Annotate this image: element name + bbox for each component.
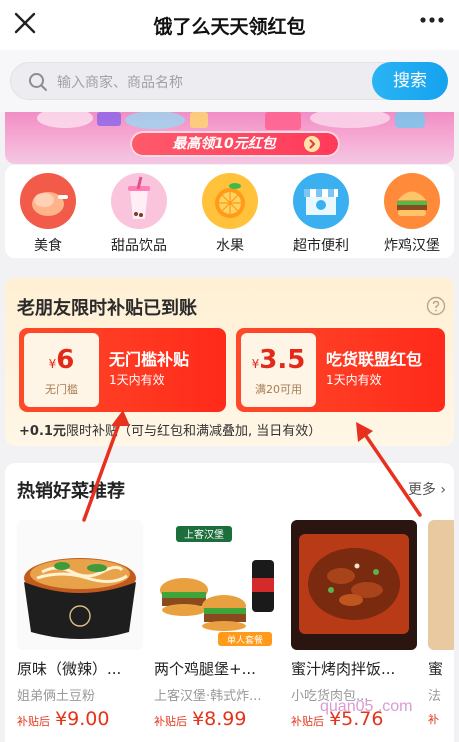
category-desserts-drinks[interactable]: 甜品饮品 — [96, 173, 182, 254]
dish-name: 两个鸡腿堡+... — [154, 660, 256, 678]
search-placeholder: 输入商家、商品名称 — [57, 75, 183, 91]
dish-price: 补 — [428, 713, 439, 726]
coupon-name: 吃货联盟红包 — [326, 350, 423, 369]
shop-name: 法 — [428, 689, 442, 704]
category-label: 炸鸡汉堡 — [384, 238, 440, 254]
svg-text:上客汉堡: 上客汉堡 — [184, 528, 224, 541]
chicken-icon — [20, 173, 76, 229]
dish-card[interactable]: 原味（微辣）... 姐弟俩土豆粉 补贴后 ¥9.00 — [17, 520, 143, 730]
category-fruit[interactable]: 水果 — [187, 173, 273, 254]
burger-icon — [384, 173, 440, 229]
more-link[interactable]: 更多 › — [408, 479, 446, 499]
search-area: 输入商家、商品名称 搜索 — [0, 50, 459, 112]
search-input[interactable]: 输入商家、商品名称 搜索 — [10, 62, 448, 100]
shop-name: 姐弟俩土豆粉 — [17, 689, 96, 704]
category-food[interactable]: 美食 — [5, 173, 91, 254]
dish-card[interactable]: 上客汉堡 单人套餐 两个鸡腿堡+... 上客汉堡·韩式炸... 补贴后 ¥8.9… — [154, 520, 280, 730]
dish-image — [428, 520, 454, 650]
dish-name: 蜜 — [428, 660, 444, 678]
page-title: 饿了么天天领红包 — [153, 16, 306, 38]
shop-name: 上客汉堡·韩式炸... — [154, 689, 262, 704]
dish-price: 补贴后 ¥9.00 — [17, 708, 110, 730]
watermark: quan05 .com — [320, 698, 413, 715]
coupon-validity: 1天内有效 — [326, 373, 382, 387]
dish-card[interactable]: 蜜 法 补 — [428, 520, 454, 727]
help-icon[interactable] — [426, 296, 446, 316]
category-supermarket[interactable]: 超市便利 — [278, 173, 364, 254]
category-row: 美食 甜品饮品 水果 超市便利 炸鸡汉堡 — [5, 165, 454, 258]
dish-price: 补贴后 ¥8.99 — [154, 708, 247, 730]
coupon-validity: 1天内有效 — [109, 373, 165, 387]
bubble-tea-icon — [111, 173, 167, 229]
chevron-right-icon: › — [440, 482, 446, 498]
category-label: 超市便利 — [293, 238, 349, 254]
note-amount: +0.1元 — [19, 424, 66, 439]
note-text: 限时补贴（可与红包和满减叠加, 当日有效） — [65, 424, 322, 439]
claim-red-packet-button[interactable]: 最高领10元红包 — [130, 131, 340, 157]
subsidy-title: 老朋友限时补贴已到账 — [17, 298, 197, 319]
dish-image — [291, 520, 417, 650]
top-bar: 饿了么天天领红包 — [0, 0, 459, 50]
dish-name: 蜜汁烤肉拌饭... — [291, 660, 396, 678]
coupon-amount-stub: ¥3.5 满20可用 — [241, 333, 316, 407]
search-icon — [29, 73, 47, 91]
subsidy-card: 老朋友限时补贴已到账 ¥6 无门槛 无门槛补贴 1天内有效 ¥3.5 满20可用… — [5, 278, 454, 446]
category-label: 甜品饮品 — [111, 238, 167, 254]
coupon-condition: 无门槛 — [45, 383, 78, 396]
svg-text:单人套餐: 单人套餐 — [227, 634, 263, 646]
coupon-name: 无门槛补贴 — [109, 350, 190, 369]
more-label: 更多 — [407, 482, 436, 498]
store-icon — [293, 173, 349, 229]
orange-icon — [202, 173, 258, 229]
dish-image — [17, 520, 143, 650]
coupon-no-threshold[interactable]: ¥6 无门槛 无门槛补贴 1天内有效 — [19, 328, 226, 412]
category-fried-chicken-burger[interactable]: 炸鸡汉堡 — [369, 173, 455, 254]
coupon-condition: 满20可用 — [255, 383, 302, 396]
more-options-icon[interactable] — [417, 8, 447, 32]
category-label: 美食 — [34, 238, 62, 254]
hot-dishes-title: 热销好菜推荐 — [17, 481, 125, 502]
dish-name: 原味（微辣）... — [17, 660, 122, 678]
subsidy-note: +0.1元限时补贴（可与红包和满减叠加, 当日有效） — [19, 420, 321, 439]
coupon-amount-stub: ¥6 无门槛 — [24, 333, 99, 407]
promo-banner[interactable]: 最高领10元红包 — [5, 112, 454, 164]
chevron-right-icon — [304, 136, 320, 152]
coupon-amount: ¥6 — [48, 345, 75, 375]
category-label: 水果 — [216, 238, 244, 254]
banner-button-label: 最高领10元红包 — [172, 136, 276, 152]
dish-image: 上客汉堡 单人套餐 — [154, 520, 280, 650]
coupon-foodie-alliance[interactable]: ¥3.5 满20可用 吃货联盟红包 1天内有效 — [236, 328, 445, 412]
search-button[interactable]: 搜索 — [372, 62, 448, 100]
coupon-amount: ¥3.5 — [251, 345, 306, 375]
